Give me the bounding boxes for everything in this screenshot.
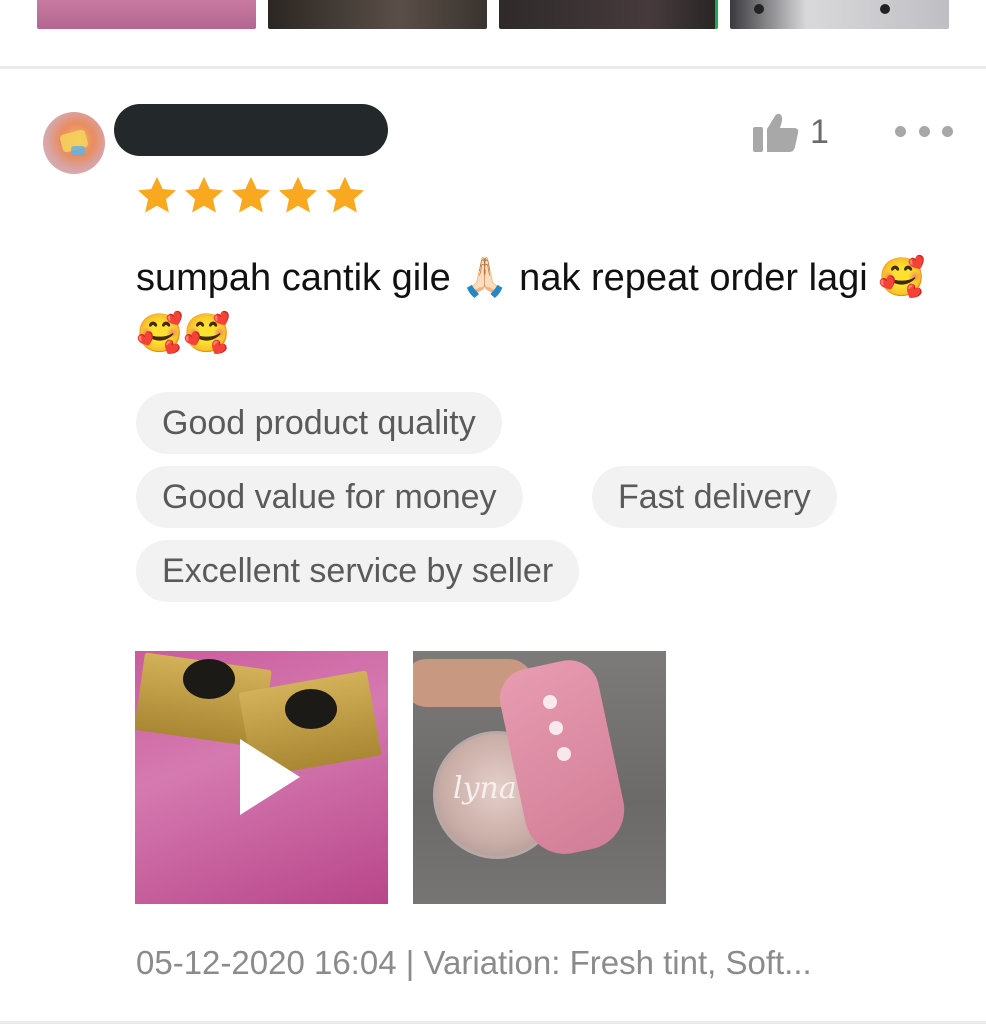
star-icon [184, 176, 224, 213]
avatar-detail [71, 146, 85, 156]
more-dots-icon [895, 125, 906, 137]
thumbnail-detail [754, 4, 764, 14]
review-tag: Fast delivery [592, 466, 837, 528]
play-icon[interactable] [240, 739, 300, 815]
previous-media-thumbnail[interactable] [499, 0, 718, 29]
like-button[interactable] [752, 110, 800, 154]
username-redacted [114, 104, 388, 156]
more-dots-icon [918, 125, 930, 137]
thumbs-up-icon [753, 113, 799, 152]
keychain-name: lyna [453, 771, 517, 806]
key-button [557, 747, 571, 761]
previous-media-thumbnail[interactable] [730, 0, 949, 29]
box-seal [285, 689, 337, 729]
thumbnail-detail [880, 4, 890, 14]
key-button [543, 695, 557, 709]
star-icon [137, 176, 177, 213]
more-options-button[interactable] [895, 118, 953, 144]
star-icon [325, 176, 365, 213]
review-text: sumpah cantik gile 🙏🏻 nak repeat order l… [136, 250, 956, 362]
key-button [549, 721, 563, 735]
previous-media-thumbnail[interactable] [37, 0, 256, 29]
star-rating [135, 174, 367, 218]
previous-media-thumbnail[interactable] [268, 0, 487, 29]
review-photo-thumbnail[interactable]: lyna [413, 651, 666, 904]
review-tag: Good value for money [136, 466, 523, 528]
star-icon [278, 176, 318, 213]
review-tag: Good product quality [136, 392, 502, 454]
more-dots-icon [942, 125, 953, 137]
like-count: 1 [810, 113, 829, 151]
review-text-part: sumpah cantik gile [136, 257, 462, 299]
review-date-variation: 05-12-2020 16:04 | Variation: Fresh tint… [136, 944, 812, 981]
star-icon [231, 176, 271, 213]
avatar[interactable] [43, 112, 105, 174]
review-text-part: nak repeat order lagi [508, 257, 879, 299]
box-seal [183, 659, 235, 699]
review-video-thumbnail[interactable] [135, 651, 388, 904]
review-tag: Excellent service by seller [136, 540, 580, 602]
review-divider [0, 66, 986, 69]
pray-emoji: 🙏🏻 [461, 255, 509, 299]
previous-review-media-strip [0, 0, 986, 30]
